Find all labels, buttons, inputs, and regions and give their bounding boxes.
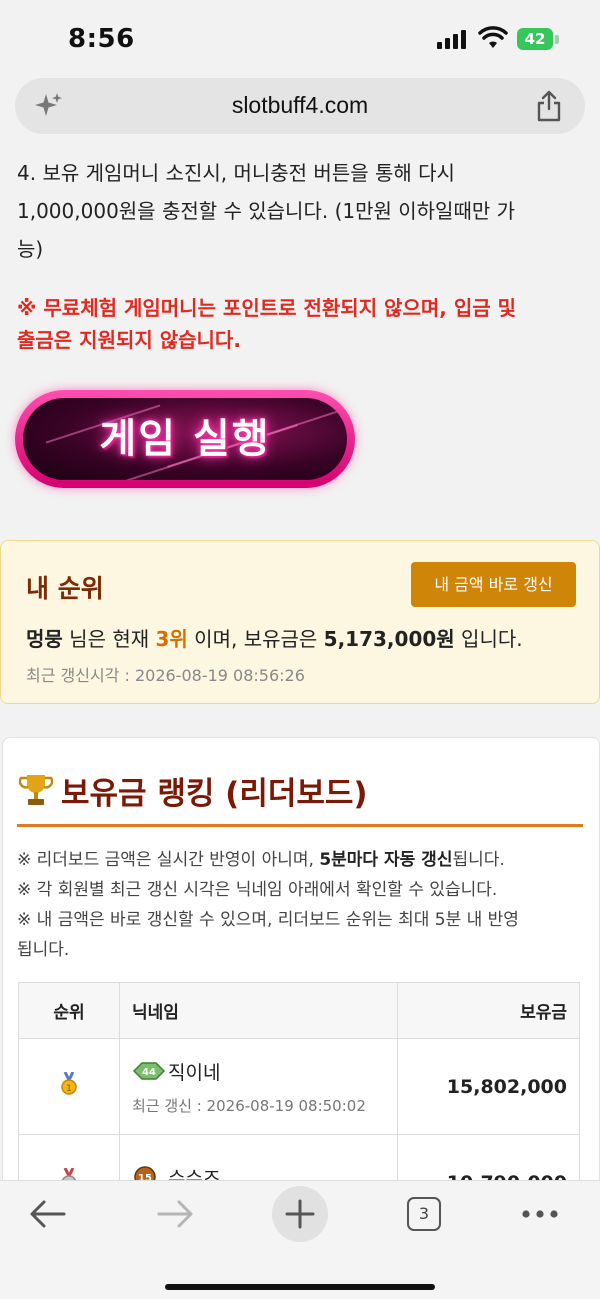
warning-line-2: 출금은 지원되지 않습니다. — [17, 328, 241, 352]
svg-text:1: 1 — [66, 1084, 72, 1094]
table-header-row: 순위 닉네임 보유금 — [18, 982, 580, 1039]
game-launch-button[interactable]: 게임 실행 — [15, 390, 355, 488]
back-arrow-icon[interactable] — [28, 1198, 68, 1230]
more-options-icon[interactable] — [521, 1209, 559, 1219]
level-badge-icon: 44 — [132, 1061, 166, 1080]
my-balance: 5,173,000원 — [323, 627, 455, 651]
wifi-icon — [478, 26, 508, 48]
leaderboard-title: 보유금 랭킹 (리더보드) — [19, 768, 368, 813]
leaderboard-note-3-cont: 됩니다. — [17, 940, 70, 960]
battery-tip — [555, 35, 559, 44]
notice-line-2: 1,000,000원을 충전할 수 있습니다. (1만원 이하일때만 가 — [17, 199, 516, 223]
leaderboard-divider — [17, 824, 583, 827]
notice-line-3: 능) — [17, 237, 44, 261]
battery-icon: 42 — [517, 28, 553, 50]
tabs-button[interactable]: 3 — [407, 1197, 441, 1231]
column-balance: 보유금 — [397, 982, 580, 1039]
home-indicator — [165, 1284, 435, 1290]
my-rank-text-c: 입니다. — [454, 627, 523, 651]
my-rank-panel: 내 순위 내 금액 바로 갱신 멍뭉 님은 현재 3위 이며, 보유금은 5,1… — [0, 540, 600, 704]
nickname-cell: 44 직이네 최근 갱신 : 2026-08-19 08:50:02 — [119, 1038, 398, 1135]
leaderboard-note-2: ※ 각 회원별 최근 갱신 시각은 닉네임 아래에서 확인할 수 있습니다. — [17, 880, 498, 900]
my-rank-text-b: 이며, 보유금은 — [187, 627, 324, 651]
level-badge-number: 44 — [142, 1067, 156, 1078]
cellular-signal-icon — [437, 29, 469, 49]
my-nickname: 멍뭉 — [26, 627, 63, 651]
gold-medal-icon: 1 — [61, 1072, 77, 1095]
notice-line-1: 4. 보유 게임머니 소진시, 머니충전 버튼을 통해 다시 — [17, 161, 455, 185]
share-icon[interactable] — [535, 90, 563, 122]
game-launch-label: 게임 실행 — [99, 416, 271, 462]
leaderboard-note-3: ※ 내 금액은 바로 갱신할 수 있으며, 리더보드 순위는 최대 5분 내 반… — [17, 910, 519, 930]
row-balance: 15,802,000 — [397, 1038, 580, 1135]
my-rank-summary: 멍뭉 님은 현재 3위 이며, 보유금은 5,173,000원 입니다. — [26, 623, 523, 652]
refresh-balance-button[interactable]: 내 금액 바로 갱신 — [411, 562, 576, 607]
browser-toolbar: 3 — [0, 1180, 600, 1299]
address-bar[interactable]: slotbuff4.com — [15, 78, 585, 134]
my-rank-text-a: 님은 현재 — [62, 627, 156, 651]
plus-icon — [285, 1199, 315, 1229]
forward-arrow-icon[interactable] — [155, 1198, 195, 1230]
my-rank-updated: 최근 갱신시각 : 2026-08-19 08:56:26 — [26, 666, 305, 685]
table-row: 1 44 직이네 최근 갱신 : 2026-08-19 08:50:02 15,… — [18, 1038, 580, 1135]
warning-line-1: ※ 무료체험 게임머니는 포인트로 전환되지 않으며, 입금 및 — [17, 296, 516, 320]
column-rank: 순위 — [18, 982, 120, 1039]
my-rank-title: 내 순위 — [26, 574, 104, 603]
status-bar: 8:56 42 — [0, 0, 600, 78]
trophy-icon — [19, 775, 53, 805]
leaderboard-title-text: 보유금 랭킹 (리더보드) — [61, 776, 368, 812]
status-time: 8:56 — [68, 24, 135, 54]
rank-cell: 1 — [18, 1038, 120, 1135]
row-updated: 최근 갱신 : 2026-08-19 08:50:02 — [132, 1096, 366, 1115]
new-tab-button[interactable] — [272, 1186, 328, 1242]
column-nickname: 닉네임 — [119, 982, 398, 1039]
leaderboard-note-1: ※ 리더보드 금액은 실시간 반영이 아니며, 5분마다 자동 갱신됩니다. — [17, 850, 505, 870]
url-text[interactable]: slotbuff4.com — [15, 92, 585, 119]
row-nickname: 직이네 — [168, 1061, 221, 1084]
my-rank-value: 3위 — [155, 627, 188, 651]
